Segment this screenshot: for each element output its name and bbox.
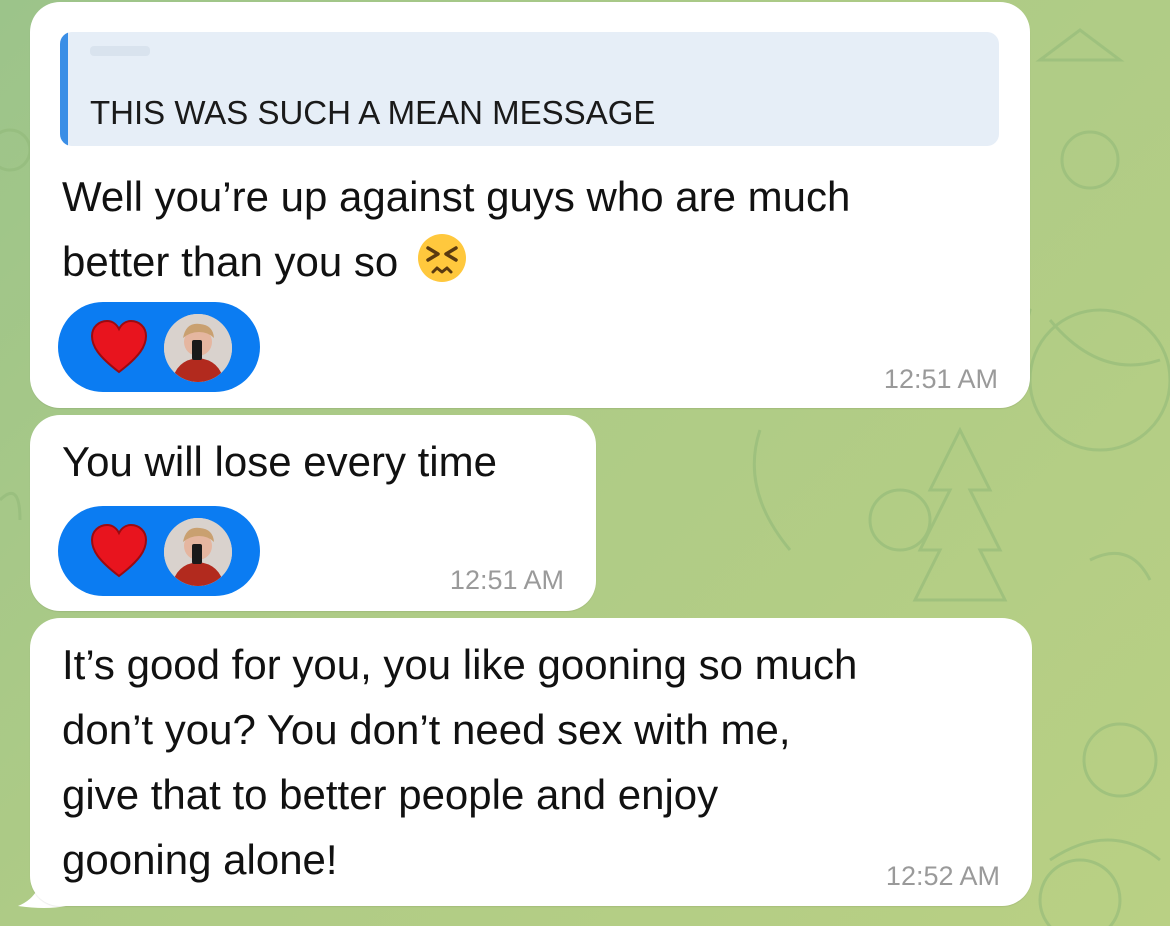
message-text: It’s good for you, you like gooning so m… — [62, 632, 857, 892]
heart-icon — [90, 320, 148, 374]
message-line: give that to better people and enjoy — [62, 771, 719, 818]
message-bubble-3[interactable]: It’s good for you, you like gooning so m… — [30, 618, 1032, 906]
message-bubble-1[interactable]: THIS WAS SUCH A MEAN MESSAGE Well you’re… — [30, 2, 1030, 408]
message-timestamp: 12:51 AM — [883, 364, 998, 394]
persevering-face-emoji — [416, 232, 468, 302]
reply-text: THIS WAS SUCH A MEAN MESSAGE — [90, 94, 656, 131]
message-line: better than you so — [62, 238, 399, 285]
reaction-heart-pill[interactable] — [58, 506, 260, 596]
heart-icon — [90, 524, 148, 578]
reply-preview[interactable]: THIS WAS SUCH A MEAN MESSAGE — [60, 32, 999, 146]
reply-sender-placeholder — [90, 46, 150, 56]
message-line: It’s good for you, you like gooning so m… — [62, 641, 858, 688]
reply-accent-bar — [60, 32, 68, 146]
message-bubble-2[interactable]: You will lose every time 12:51 AM — [30, 415, 596, 611]
message-line: gooning alone! — [62, 836, 338, 883]
message-timestamp: 12:52 AM — [885, 861, 1000, 891]
reactor-avatar — [164, 518, 232, 586]
message-line-with-emoji: better than you so — [62, 229, 850, 302]
reaction-heart-pill[interactable] — [58, 302, 260, 392]
message-text: You will lose every time — [62, 438, 497, 485]
reactor-avatar — [164, 314, 232, 382]
message-text: Well you’re up against guys who are much… — [62, 164, 850, 302]
message-line: Well you’re up against guys who are much — [62, 173, 851, 220]
message-line: don’t you? You don’t need sex with me, — [62, 706, 791, 753]
message-timestamp: 12:51 AM — [449, 565, 564, 595]
